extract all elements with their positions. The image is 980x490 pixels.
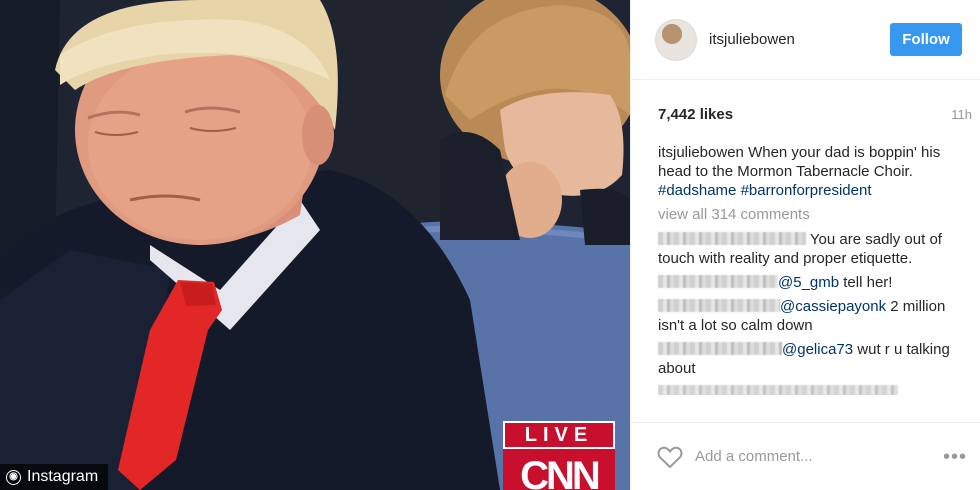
- hashtag-link[interactable]: #dadshame: [658, 182, 736, 199]
- photo-illustration: [0, 0, 630, 490]
- cnn-logo: CNN: [503, 449, 615, 490]
- comment-item: @5_gmb tell her!: [658, 273, 964, 292]
- caption-username[interactable]: itsjuliebowen: [658, 144, 744, 161]
- hashtag-link[interactable]: #barronforpresident: [741, 182, 872, 199]
- comment-item: @gelica73 wut r u talking about: [658, 340, 964, 378]
- post-footer: •••: [631, 422, 980, 490]
- post-meta: 7,442 likes 11h: [631, 80, 980, 123]
- redacted-username: [658, 232, 806, 245]
- redacted-username: [658, 342, 782, 355]
- comment-mention[interactable]: @gelica73: [782, 341, 853, 358]
- comment-item: @cassiepayonk 2 million isn't a lot so c…: [658, 297, 964, 335]
- heart-icon[interactable]: [657, 445, 683, 469]
- follow-button[interactable]: Follow: [890, 23, 962, 56]
- add-comment-input[interactable]: [695, 448, 940, 465]
- post-photo[interactable]: LIVE CNN ◉ Instagram: [0, 0, 630, 490]
- instagram-icon: ◉: [6, 469, 21, 485]
- time-ago[interactable]: 11h: [951, 107, 972, 122]
- comment-item-truncated: [658, 383, 964, 395]
- comments-list: You are sadly out of touch with reality …: [631, 223, 980, 398]
- post-side-panel: itsjuliebowen Follow 7,442 likes 11h its…: [630, 0, 980, 490]
- comment-item: You are sadly out of touch with reality …: [658, 230, 964, 268]
- likes-count[interactable]: 7,442 likes: [658, 106, 733, 123]
- instagram-post: LIVE CNN ◉ Instagram itsjuliebowen Follo…: [0, 0, 980, 490]
- redacted-comment: [658, 385, 898, 395]
- header-username[interactable]: itsjuliebowen: [709, 31, 890, 48]
- post-header: itsjuliebowen Follow: [631, 0, 980, 80]
- comment-mention[interactable]: @cassiepayonk: [780, 298, 886, 315]
- redacted-username: [658, 299, 780, 312]
- redacted-username: [658, 275, 778, 288]
- comment-mention[interactable]: @5_gmb: [778, 274, 839, 291]
- instagram-watermark: ◉ Instagram: [0, 464, 109, 490]
- avatar[interactable]: [655, 18, 697, 61]
- more-options-icon[interactable]: •••: [940, 447, 970, 467]
- post-caption: itsjuliebowen When your dad is boppin' h…: [631, 123, 980, 200]
- live-badge: LIVE: [503, 421, 615, 449]
- view-all-comments-link[interactable]: view all 314 comments: [631, 200, 980, 223]
- comment-text: tell her!: [843, 274, 893, 291]
- watermark-label: Instagram: [27, 468, 99, 485]
